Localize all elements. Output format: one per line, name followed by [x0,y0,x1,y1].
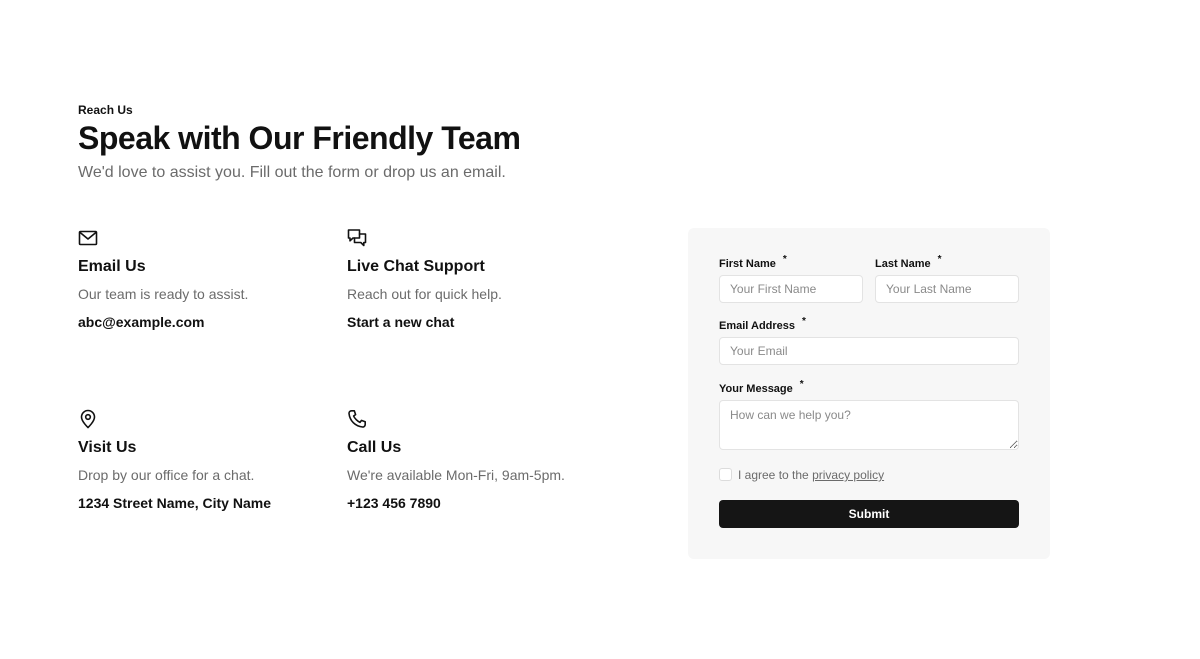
privacy-checkbox[interactable] [719,468,732,481]
privacy-agree-text: I agree to the privacy policy [738,468,884,482]
contact-card-title: Live Chat Support [347,258,485,275]
message-label: Your Message * [719,379,804,395]
mail-icon [78,228,98,248]
required-asterisk: * [782,254,787,265]
email-link[interactable]: abc@example.com [78,314,205,330]
first-name-input[interactable] [719,275,863,303]
page-subtitle: We'd love to assist you. Fill out the fo… [78,164,506,181]
address-link[interactable]: 1234 Street Name, City Name [78,495,271,511]
chat-icon [347,228,367,248]
last-name-label-text: Last Name [875,258,931,270]
contact-card-title: Call Us [347,439,402,456]
contact-card-description: Reach out for quick help. [347,286,502,302]
page-title: Speak with Our Friendly Team [78,120,521,156]
map-pin-icon [78,409,98,429]
email-label: Email Address * [719,316,806,332]
last-name-input[interactable] [875,275,1019,303]
privacy-policy-link[interactable]: privacy policy [812,468,884,482]
privacy-agree-prefix: I agree to the [738,468,813,482]
contact-card-title: Visit Us [78,439,137,456]
message-label-text: Your Message [719,383,793,395]
last-name-label: Last Name * [875,254,942,270]
contact-card-title: Email Us [78,258,146,275]
contact-form: First Name * Last Name * Email Address * Yo… [688,228,1050,559]
email-label-text: Email Address [719,320,796,332]
required-asterisk: * [937,254,942,265]
required-asterisk: * [799,379,804,390]
contact-card-email: Email Us Our team is ready to assist. ab… [78,228,328,330]
first-name-label: First Name * [719,254,787,270]
first-name-label-text: First Name [719,258,776,270]
contact-card-description: We're available Mon-Fri, 9am-5pm. [347,467,565,483]
required-asterisk: * [802,316,806,327]
message-textarea[interactable] [719,400,1019,450]
phone-icon [347,409,367,429]
contact-card-chat: Live Chat Support Reach out for quick he… [347,228,597,330]
submit-button[interactable]: Submit [719,500,1019,528]
eyebrow-label: Reach Us [78,103,133,117]
contact-card-description: Drop by our office for a chat. [78,467,255,483]
phone-link[interactable]: +123 456 7890 [347,495,441,511]
contact-card-visit: Visit Us Drop by our office for a chat. … [78,409,328,511]
email-input[interactable] [719,337,1019,365]
start-chat-link[interactable]: Start a new chat [347,314,454,330]
contact-card-description: Our team is ready to assist. [78,286,249,302]
contact-card-call: Call Us We're available Mon-Fri, 9am-5pm… [347,409,597,511]
